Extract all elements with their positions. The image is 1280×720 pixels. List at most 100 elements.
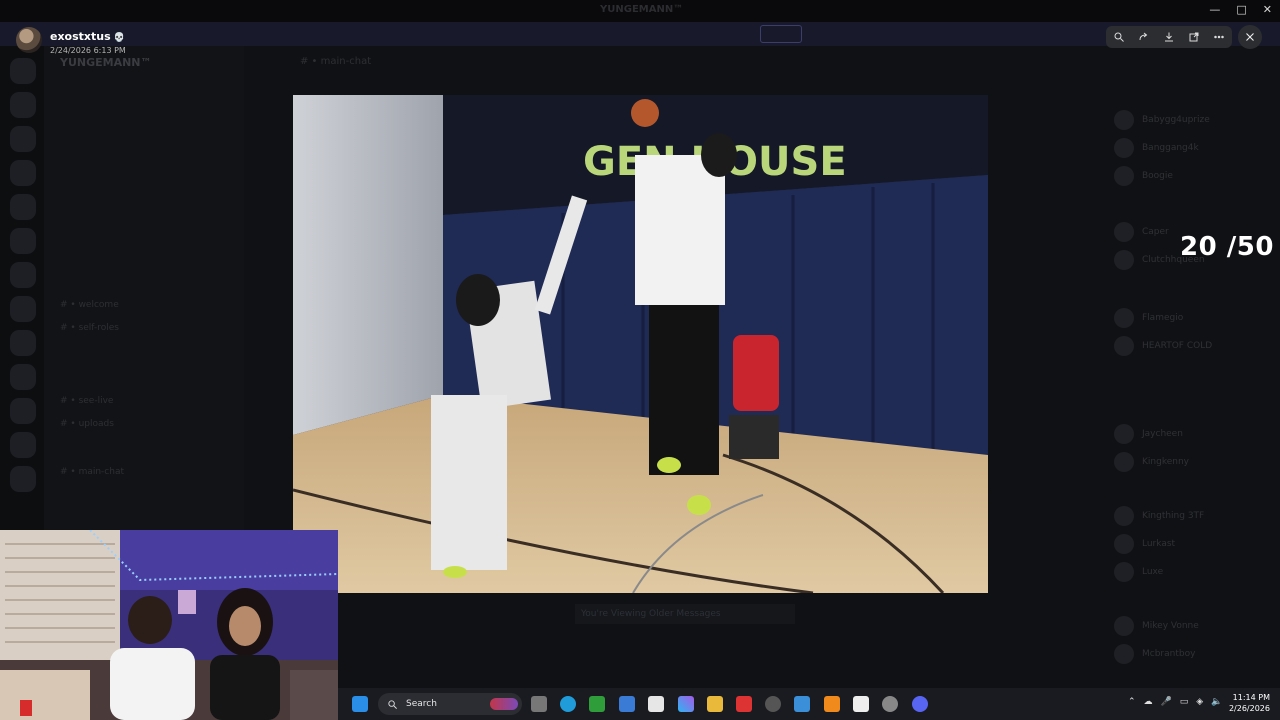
open-external-icon[interactable] bbox=[1185, 28, 1203, 46]
channel-item[interactable]: # • main-chat bbox=[60, 467, 124, 477]
member-item[interactable]: Mcbrantboy bbox=[1114, 644, 1195, 664]
forward-icon[interactable] bbox=[1135, 28, 1153, 46]
file-explorer-icon[interactable] bbox=[707, 696, 723, 712]
xbox-icon[interactable] bbox=[589, 696, 605, 712]
windows-start-icon[interactable] bbox=[352, 696, 368, 712]
avatar bbox=[1114, 336, 1134, 356]
system-tray: ⌃ ☁ 🎤 ▭ ◈ 🔈 bbox=[1128, 697, 1222, 707]
search-input[interactable]: Search bbox=[406, 699, 437, 709]
avatar bbox=[1114, 110, 1134, 130]
uploader-name[interactable]: exostxtus bbox=[50, 30, 111, 43]
display-icon[interactable]: ▭ bbox=[1180, 697, 1189, 707]
avatar bbox=[1114, 506, 1134, 526]
uploader-avatar[interactable] bbox=[16, 27, 42, 53]
volume-icon[interactable]: 🔈 bbox=[1211, 697, 1222, 707]
chrome-icon[interactable] bbox=[882, 696, 898, 712]
avatar bbox=[1114, 250, 1134, 270]
skull-badge-icon: 💀 bbox=[113, 33, 125, 43]
microphone-icon[interactable]: 🎤 bbox=[1161, 697, 1172, 707]
member-item[interactable]: HEARTOF COLD bbox=[1114, 336, 1212, 356]
channel-header: # • main-chat bbox=[300, 56, 372, 67]
member-item[interactable]: Babygg4uprize bbox=[1114, 110, 1210, 130]
server-name[interactable]: YUNGEMANN™ bbox=[60, 56, 152, 69]
server-icon[interactable] bbox=[10, 160, 36, 186]
channel-item[interactable]: # • welcome bbox=[60, 300, 119, 310]
avatar bbox=[1114, 424, 1134, 444]
server-icon[interactable] bbox=[10, 58, 36, 84]
avatar bbox=[1114, 222, 1134, 242]
member-item[interactable]: Kingthing 3TF bbox=[1114, 506, 1204, 526]
avatar bbox=[1114, 616, 1134, 636]
server-icon[interactable] bbox=[10, 92, 36, 118]
server-icon[interactable] bbox=[10, 330, 36, 356]
taskbar-search[interactable]: Search bbox=[378, 693, 522, 715]
discord-icon[interactable] bbox=[912, 696, 928, 712]
search-icon bbox=[388, 699, 397, 709]
clock-date: 2/26/2026 bbox=[1228, 704, 1270, 713]
onedrive-icon[interactable]: ☁ bbox=[1144, 697, 1153, 707]
member-item[interactable]: Kingkenny bbox=[1114, 452, 1189, 472]
copilot-icon[interactable] bbox=[678, 696, 694, 712]
store-icon[interactable] bbox=[619, 696, 635, 712]
member-item[interactable]: Mikey Vonne bbox=[1114, 616, 1199, 636]
window-close-icon[interactable]: ✕ bbox=[1263, 3, 1272, 16]
chevron-up-icon[interactable]: ⌃ bbox=[1128, 697, 1136, 707]
photos-icon[interactable] bbox=[794, 696, 810, 712]
more-icon[interactable] bbox=[1210, 28, 1228, 46]
server-icon[interactable] bbox=[10, 296, 36, 322]
member-item[interactable]: Caper bbox=[1114, 222, 1169, 242]
avatar bbox=[1114, 138, 1134, 158]
title-bar: YUNGEMANN™ — □ ✕ bbox=[0, 0, 1280, 22]
older-messages-bar[interactable]: You're Viewing Older Messages bbox=[575, 604, 795, 624]
window-title: YUNGEMANN™ bbox=[600, 4, 684, 15]
member-item[interactable]: Boogie bbox=[1114, 166, 1173, 186]
banner-button[interactable] bbox=[760, 25, 802, 43]
server-icon[interactable] bbox=[10, 432, 36, 458]
task-view-icon[interactable] bbox=[531, 696, 547, 712]
banner-placeholder-text bbox=[510, 28, 513, 38]
channel-item[interactable]: # • uploads bbox=[60, 419, 114, 429]
avatar bbox=[1114, 166, 1134, 186]
member-item[interactable]: Flamegio bbox=[1114, 308, 1183, 328]
server-icon[interactable] bbox=[10, 398, 36, 424]
server-icon[interactable] bbox=[10, 126, 36, 152]
sub-goal-counter: 20 /50 bbox=[1180, 232, 1274, 262]
notice-banner bbox=[0, 22, 1280, 46]
media-image[interactable]: GEN HOUSE bbox=[293, 95, 988, 593]
uploader-info: exostxtus 💀 2/24/2026 6:13 PM bbox=[16, 25, 126, 55]
upload-timestamp: 2/24/2026 6:13 PM bbox=[50, 46, 126, 55]
channel-item[interactable]: # • self-roles bbox=[60, 323, 119, 333]
server-icon[interactable] bbox=[10, 364, 36, 390]
minimize-icon[interactable]: — bbox=[1209, 3, 1220, 16]
notepad-icon[interactable] bbox=[648, 696, 664, 712]
avatar bbox=[1114, 534, 1134, 554]
download-icon[interactable] bbox=[1160, 28, 1178, 46]
channel-item[interactable]: # • see-live bbox=[60, 396, 113, 406]
taskbar-clock[interactable]: 11:14 PM 2/26/2026 bbox=[1228, 692, 1270, 714]
member-item[interactable]: Banggang4k bbox=[1114, 138, 1199, 158]
clock-time: 11:14 PM bbox=[1232, 693, 1270, 702]
server-icon[interactable] bbox=[10, 194, 36, 220]
server-icon[interactable] bbox=[10, 466, 36, 492]
zoom-icon[interactable] bbox=[1110, 28, 1128, 46]
webcam-overlay bbox=[0, 530, 338, 720]
maximize-icon[interactable]: □ bbox=[1236, 3, 1246, 16]
close-icon[interactable] bbox=[1238, 25, 1262, 49]
media-toolbar bbox=[1106, 26, 1232, 48]
member-item[interactable]: Jaycheen bbox=[1114, 424, 1183, 444]
avatar bbox=[1114, 452, 1134, 472]
member-item[interactable]: Luxe bbox=[1114, 562, 1163, 582]
search-highlight-icon bbox=[490, 698, 518, 710]
capcut-icon[interactable] bbox=[853, 696, 869, 712]
server-icon[interactable] bbox=[10, 262, 36, 288]
avatar bbox=[1114, 308, 1134, 328]
server-icon[interactable] bbox=[10, 228, 36, 254]
app-icon[interactable] bbox=[736, 696, 752, 712]
avatar bbox=[1114, 562, 1134, 582]
network-icon[interactable]: ◈ bbox=[1196, 697, 1203, 707]
vlc-icon[interactable] bbox=[824, 696, 840, 712]
avatar bbox=[1114, 644, 1134, 664]
member-item[interactable]: Lurkast bbox=[1114, 534, 1175, 554]
edge-icon[interactable] bbox=[560, 696, 576, 712]
media-player-icon[interactable] bbox=[765, 696, 781, 712]
